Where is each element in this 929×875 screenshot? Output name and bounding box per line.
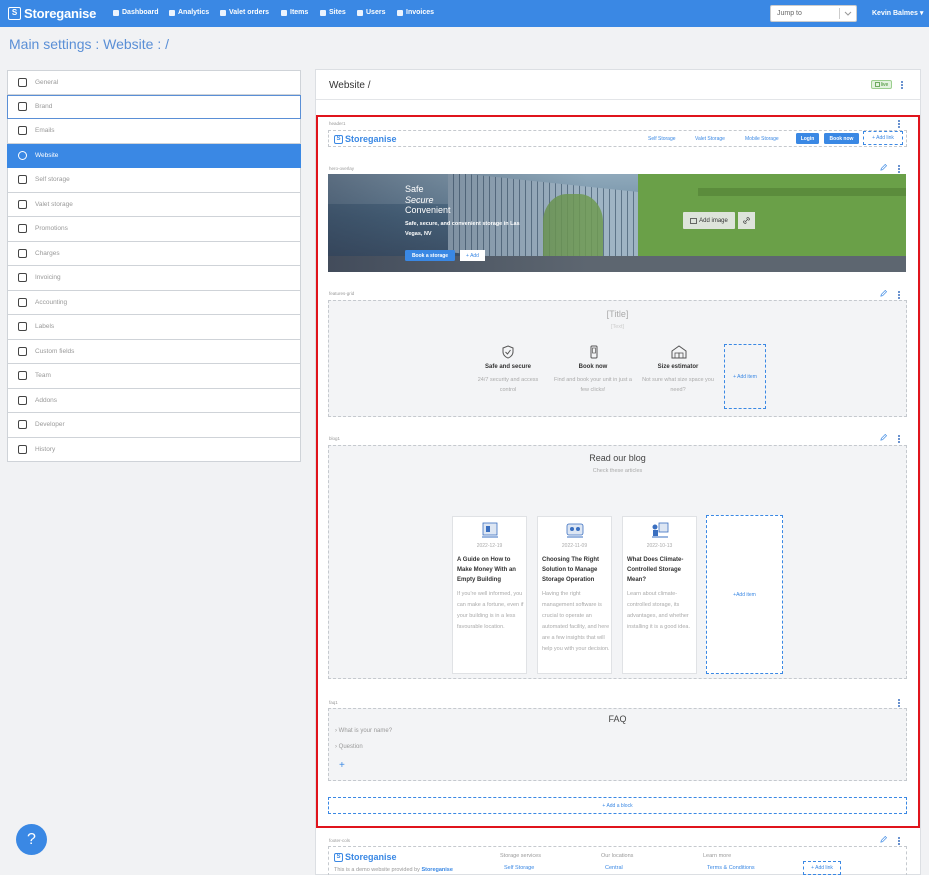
team-icon <box>18 371 27 381</box>
edit-pencil-icon[interactable] <box>880 836 887 843</box>
sidebar-item-label: History <box>35 445 56 453</box>
nav-analytics[interactable]: Analytics <box>169 9 209 16</box>
ledger-icon <box>18 297 27 307</box>
external-link-icon <box>874 82 880 87</box>
dashboard-icon <box>113 9 119 16</box>
sidebar-item-label: Invoicing <box>35 274 61 282</box>
globe-icon <box>18 150 27 160</box>
sidebar-item-brand[interactable]: Brand <box>7 94 301 119</box>
history-icon <box>18 444 27 454</box>
sidebar-item-label: Valet storage <box>35 200 73 208</box>
braces-icon <box>18 346 27 356</box>
analytics-icon <box>169 9 175 16</box>
footer-link[interactable]: Self Storage <box>504 865 534 871</box>
footer-add-link-button[interactable]: + Add link <box>803 861 841 875</box>
panel-menu-icon[interactable] <box>901 80 904 90</box>
top-navbar: S Storeganise Dashboard Analytics Valet … <box>0 0 929 27</box>
items-icon <box>281 9 287 16</box>
image-icon <box>18 102 27 112</box>
nav-sites[interactable]: Sites <box>320 9 346 16</box>
logo-mark-icon: S <box>8 7 21 20</box>
sidebar-item-website[interactable]: Website <box>7 143 301 168</box>
box-icon <box>18 199 27 209</box>
sidebar-item-label: Custom fields <box>35 347 75 355</box>
user-icon <box>357 9 363 16</box>
sidebar-item-team[interactable]: Team <box>7 364 301 389</box>
help-button[interactable]: ? <box>16 824 47 855</box>
sidebar-item-history[interactable]: History <box>7 437 301 462</box>
sidebar-item-label: Charges <box>35 249 60 257</box>
sidebar-item-label: Labels <box>35 323 55 331</box>
footer-block[interactable]: S Storeganise This is a demo website pro… <box>328 846 907 875</box>
sidebar-item-promotions[interactable]: Promotions <box>7 217 301 242</box>
sidebar-item-label: General <box>35 78 59 86</box>
sidebar-item-label: Addons <box>35 396 58 404</box>
sidebar-item-charges[interactable]: Charges <box>7 241 301 266</box>
sidebar-item-emails[interactable]: Emails <box>7 119 301 144</box>
highlight-frame <box>316 115 920 828</box>
garage-icon <box>18 175 27 185</box>
settings-sidebar: General Brand Emails Website Self storage Val… <box>7 70 301 462</box>
nav-dashboard[interactable]: Dashboard <box>113 9 159 16</box>
live-badge: live <box>871 80 892 89</box>
jump-to-select[interactable]: Jump to <box>770 5 857 22</box>
sidebar-item-label: Brand <box>35 103 53 111</box>
nav-valet-orders[interactable]: Valet orders <box>220 9 269 16</box>
sidebar-item-label: Accounting <box>35 298 68 306</box>
sidebar-item-developer[interactable]: Developer <box>7 413 301 438</box>
brand-name: Storeganise <box>24 6 97 21</box>
envelope-icon <box>18 126 27 136</box>
code-icon <box>18 420 27 430</box>
user-menu[interactable]: Kevin Balmes ▾ <box>872 9 923 17</box>
invoice-icon <box>18 273 27 283</box>
sidebar-item-general[interactable]: General <box>7 70 301 95</box>
footer-col-heading: Our locations <box>601 853 634 859</box>
footer-link[interactable]: Central <box>605 865 623 871</box>
sidebar-item-label: Promotions <box>35 225 68 233</box>
sidebar-item-label: Emails <box>35 127 55 135</box>
sidebar-item-accounting[interactable]: Accounting <box>7 290 301 315</box>
footer-logo: S Storeganise <box>334 852 397 862</box>
gear-icon <box>18 77 27 87</box>
invoice-icon <box>397 9 403 16</box>
footer-demo-text: This is a demo website provided by Store… <box>334 867 453 873</box>
block-label-footer: footer-cols <box>329 838 351 843</box>
sidebar-item-custom-fields[interactable]: Custom fields <box>7 339 301 364</box>
sidebar-item-labels[interactable]: Labels <box>7 315 301 340</box>
tag-icon <box>18 322 27 332</box>
logo-mark-icon: S <box>334 852 343 862</box>
sidebar-item-label: Developer <box>35 421 65 429</box>
footer-link[interactable]: Terms & Conditions <box>707 865 755 871</box>
sidebar-item-valet-storage[interactable]: Valet storage <box>7 192 301 217</box>
building-icon <box>320 9 326 16</box>
sidebar-item-label: Self storage <box>35 176 70 184</box>
footer-col-heading: Learn more <box>703 853 732 859</box>
brand-logo[interactable]: S Storeganise <box>8 6 96 21</box>
footer-col-heading: Storage services <box>500 853 541 859</box>
nav-items[interactable]: Items <box>281 9 308 16</box>
page-title: Main settings : Website : / <box>9 36 170 52</box>
sidebar-item-label: Team <box>35 372 51 380</box>
addons-icon <box>18 395 27 405</box>
sidebar-item-addons[interactable]: Addons <box>7 388 301 413</box>
money-icon <box>18 248 27 258</box>
star-icon <box>18 224 27 234</box>
nav-users[interactable]: Users <box>357 9 385 16</box>
sidebar-item-invoicing[interactable]: Invoicing <box>7 266 301 291</box>
nav-invoices[interactable]: Invoices <box>397 9 434 16</box>
truck-icon <box>220 9 226 16</box>
block-menu-icon[interactable] <box>898 836 901 846</box>
sidebar-item-label: Website <box>35 151 59 159</box>
sidebar-item-self-storage[interactable]: Self storage <box>7 168 301 193</box>
chevron-down-icon <box>844 11 852 16</box>
panel-title: Website / <box>329 80 371 91</box>
